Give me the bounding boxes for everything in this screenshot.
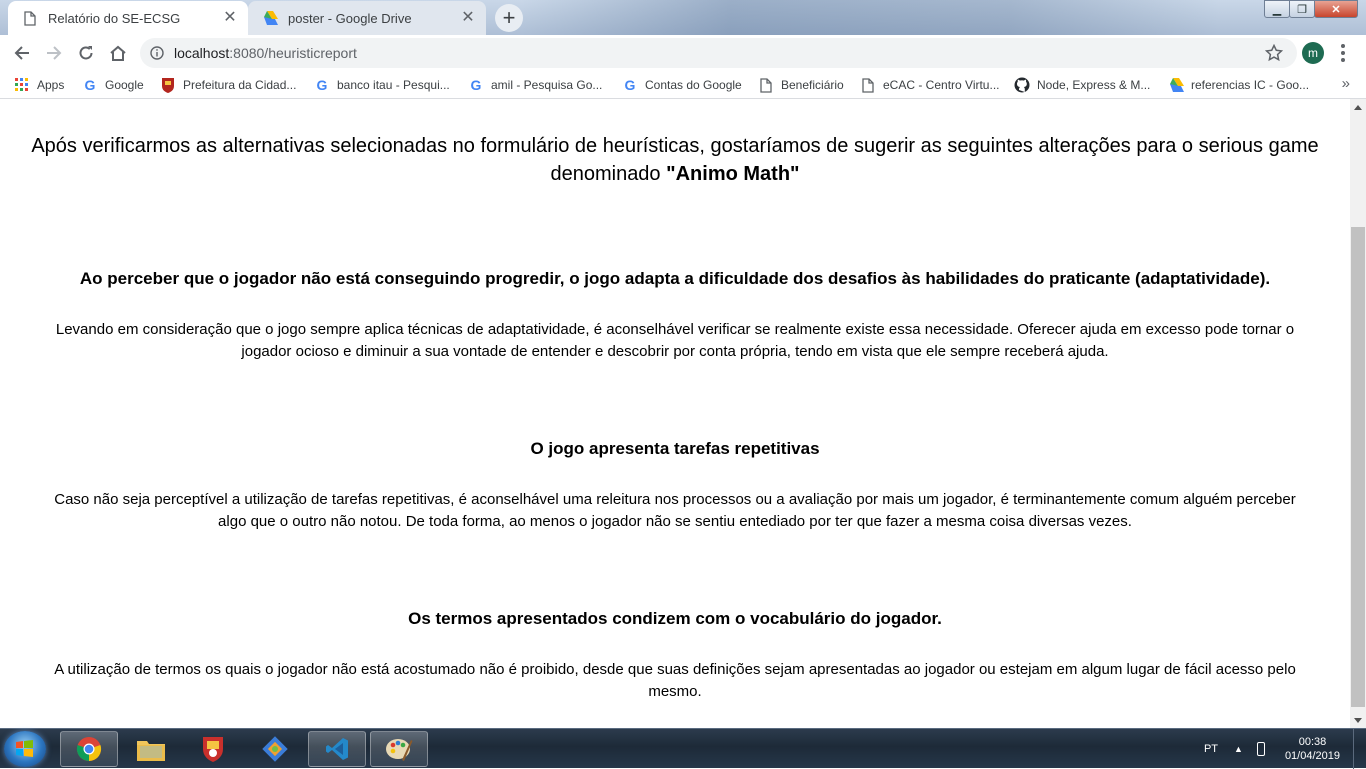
- bookmark-label: Contas do Google: [645, 78, 742, 92]
- close-window-button[interactable]: ✕: [1314, 0, 1358, 18]
- system-tray: PT ▲ 00:38 01/04/2019: [1204, 729, 1366, 769]
- google-icon: G: [624, 77, 636, 93]
- bookmark-label: Google: [105, 78, 144, 92]
- windows-taskbar: PT ▲ 00:38 01/04/2019: [0, 728, 1366, 769]
- heuristic-title: Ao perceber que o jogador não está conse…: [79, 269, 1271, 288]
- browser-toolbar: localhost:8080/heuristicreport m: [0, 35, 1366, 71]
- forward-button[interactable]: [40, 39, 68, 67]
- home-icon: [110, 45, 126, 61]
- tab-title: poster - Google Drive: [288, 10, 412, 26]
- paint-icon: [386, 739, 413, 761]
- maximize-button[interactable]: ❐: [1289, 0, 1315, 18]
- bookmark-label: eCAC - Centro Virtu...: [883, 78, 1000, 92]
- tab-relatorio[interactable]: Relatório do SE-ECSG ✕: [8, 1, 248, 35]
- clock-time: 00:38: [1298, 736, 1327, 748]
- bookmark-label: banco itau - Pesqui...: [337, 78, 450, 92]
- chrome-menu-icon[interactable]: [1334, 41, 1352, 65]
- bookmark-label: amil - Pesquisa Go...: [491, 78, 603, 92]
- chrome-icon: [76, 737, 102, 762]
- minimize-button[interactable]: ▁: [1264, 0, 1290, 18]
- heuristic-suggestion: A utilização de termos os quais o jogado…: [54, 661, 1296, 700]
- google-icon: G: [84, 77, 96, 93]
- arrow-right-icon: [47, 46, 62, 60]
- home-button[interactable]: [104, 39, 132, 67]
- vertical-scrollbar[interactable]: [1350, 99, 1366, 728]
- tab-poster-drive[interactable]: poster - Google Drive ✕: [248, 1, 486, 35]
- vscode-icon: [326, 738, 348, 760]
- bookmarks-bar: Apps G Google Prefeitura da Cidad... G b…: [0, 71, 1366, 99]
- language-indicator[interactable]: PT: [1204, 743, 1218, 755]
- prefeitura-crest-icon: [160, 77, 176, 93]
- bookmark-beneficiario[interactable]: Beneficiário: [758, 75, 844, 95]
- google-drive-icon: [262, 10, 278, 26]
- window-controls: ▁ ❐ ✕: [1264, 0, 1358, 18]
- info-icon[interactable]: [150, 46, 164, 60]
- report-intro: Após verificarmos as alternativas seleci…: [20, 132, 1330, 188]
- github-icon: [1014, 77, 1030, 93]
- taskbar-chrome[interactable]: [60, 731, 118, 767]
- reload-button[interactable]: [72, 39, 100, 67]
- bookmark-label: Node, Express & M...: [1037, 78, 1151, 92]
- google-drive-icon: [1168, 77, 1184, 93]
- heuristic-suggestion: Caso não seja perceptível a utilização d…: [54, 491, 1296, 530]
- game-name: "Animo Math": [666, 163, 800, 185]
- bookmark-label: Apps: [37, 78, 65, 92]
- bookmark-prefeitura[interactable]: Prefeitura da Cidad...: [160, 75, 296, 95]
- git-icon: [262, 736, 288, 762]
- clock-date: 01/04/2019: [1284, 750, 1340, 762]
- page-content: Após verificarmos as alternativas seleci…: [0, 99, 1350, 728]
- url-host: localhost: [174, 45, 230, 61]
- tab-title: Relatório do SE-ECSG: [48, 10, 181, 26]
- arrow-left-icon: [14, 46, 29, 60]
- file-explorer-icon: [137, 741, 165, 761]
- game-crest-icon: [203, 737, 223, 762]
- page-icon: [758, 77, 774, 93]
- show-desktop-button[interactable]: [1353, 729, 1366, 769]
- start-button[interactable]: [4, 731, 46, 767]
- taskbar-vscode[interactable]: [308, 731, 366, 767]
- bookmark-node-express[interactable]: Node, Express & M...: [1014, 75, 1150, 95]
- close-tab-icon[interactable]: ✕: [222, 10, 238, 26]
- profile-avatar[interactable]: m: [1302, 42, 1324, 64]
- bookmark-label: Prefeitura da Cidad...: [183, 78, 297, 92]
- google-icon: G: [316, 77, 328, 93]
- bookmark-banco-itau[interactable]: G banco itau - Pesqui...: [314, 75, 450, 95]
- taskbar-file-explorer[interactable]: [122, 731, 180, 767]
- bookmark-apps[interactable]: Apps: [14, 75, 64, 95]
- scroll-up-icon[interactable]: [1350, 99, 1366, 115]
- document-icon: [22, 10, 38, 26]
- bookmark-amil[interactable]: G amil - Pesquisa Go...: [468, 75, 603, 95]
- reload-icon: [79, 46, 93, 60]
- heuristic-title: O jogo apresenta tarefas repetitivas: [530, 439, 820, 458]
- clock[interactable]: 00:38 01/04/2019: [1285, 735, 1340, 763]
- address-bar[interactable]: localhost:8080/heuristicreport: [140, 38, 1297, 68]
- taskbar-paint[interactable]: [370, 731, 428, 767]
- bookmarks-overflow-button[interactable]: »: [1342, 75, 1350, 92]
- bookmark-google[interactable]: G Google: [82, 75, 144, 95]
- bookmark-label: referencias IC - Goo...: [1191, 78, 1310, 92]
- back-button[interactable]: [8, 39, 36, 67]
- tab-strip: Relatório do SE-ECSG ✕ poster - Google D…: [0, 0, 1366, 35]
- bookmark-star-icon[interactable]: [1265, 44, 1283, 62]
- page-icon: [860, 77, 876, 93]
- url-path: :8080/heuristicreport: [229, 45, 357, 61]
- bookmark-ecac[interactable]: eCAC - Centro Virtu...: [860, 75, 999, 95]
- apps-grid-icon: [14, 77, 30, 93]
- bookmark-contas-google[interactable]: G Contas do Google: [622, 75, 742, 95]
- google-icon: G: [470, 77, 482, 93]
- scroll-down-icon[interactable]: [1350, 712, 1366, 728]
- window-frame-decoration: [520, 0, 1220, 35]
- bookmark-referencias-ic[interactable]: referencias IC - Goo...: [1168, 75, 1309, 95]
- close-tab-icon[interactable]: ✕: [460, 10, 476, 26]
- windows-logo-icon: [16, 740, 33, 757]
- taskbar-git[interactable]: [246, 731, 304, 767]
- bookmark-label: Beneficiário: [781, 78, 844, 92]
- heuristic-title: Os termos apresentados condizem com o vo…: [408, 609, 942, 628]
- battery-icon[interactable]: [1256, 742, 1265, 756]
- taskbar-game[interactable]: [184, 731, 242, 767]
- tray-expand-icon[interactable]: ▲: [1234, 744, 1243, 754]
- scrollbar-thumb[interactable]: [1351, 227, 1365, 707]
- heuristic-suggestion: Levando em consideração que o jogo sempr…: [55, 321, 1295, 360]
- new-tab-button[interactable]: +: [495, 4, 523, 32]
